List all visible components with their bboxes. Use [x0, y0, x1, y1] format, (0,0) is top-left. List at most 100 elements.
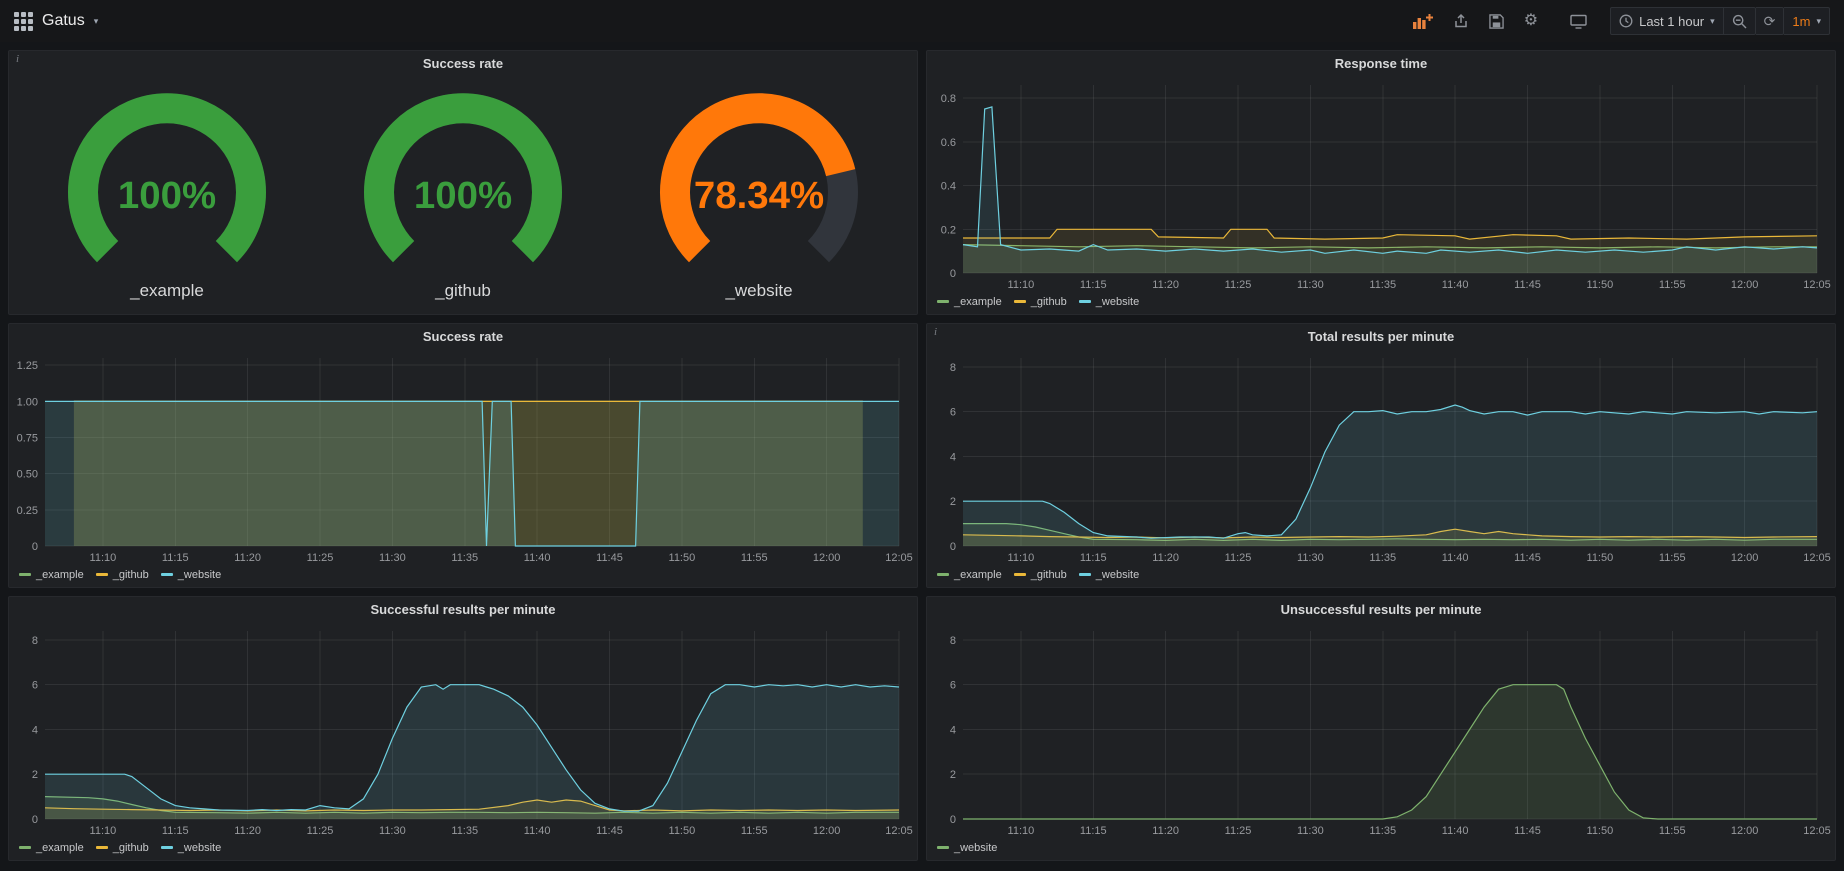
panel-title: Success rate: [423, 329, 503, 344]
panel-info-icon[interactable]: i: [934, 326, 937, 338]
svg-text:11:25: 11:25: [1225, 825, 1252, 837]
svg-text:12:05: 12:05: [1803, 825, 1831, 837]
success-rate-chart[interactable]: 11:1011:1511:2011:2511:3011:3511:4011:45…: [9, 349, 917, 567]
svg-text:11:50: 11:50: [1587, 279, 1614, 291]
panel-unsuccessful-results: Unsuccessful results per minute 11:10 11:…: [926, 596, 1836, 861]
svg-text:11:10: 11:10: [1008, 279, 1035, 291]
refresh-button[interactable]: ⟳: [1756, 7, 1785, 35]
panel-header[interactable]: Response time: [927, 51, 1835, 76]
legend-item-_github[interactable]: _github: [1014, 569, 1067, 581]
dashboard-title[interactable]: Gatus: [42, 12, 85, 30]
legend-item-_website[interactable]: _website: [161, 569, 221, 581]
legend-series-label: _github: [1031, 569, 1067, 581]
svg-text:12:00: 12:00: [1731, 825, 1759, 837]
svg-text:11:50: 11:50: [1587, 552, 1614, 564]
legend-series-label: _website: [954, 842, 997, 854]
svg-text:11:15: 11:15: [1080, 825, 1107, 837]
legend-item-_github[interactable]: _github: [96, 842, 149, 854]
svg-text:11:30: 11:30: [379, 552, 406, 564]
legend-item-_example[interactable]: _example: [937, 296, 1002, 308]
monitor-icon: [1570, 14, 1587, 29]
svg-text:0.6: 0.6: [941, 137, 956, 149]
legend-item-_website[interactable]: _website: [1079, 569, 1139, 581]
svg-text:11:25: 11:25: [307, 552, 334, 564]
svg-text:0: 0: [950, 541, 956, 553]
chart-legend: _example _github _website: [927, 294, 1835, 314]
legend-color-swatch: [161, 573, 173, 576]
svg-text:11:20: 11:20: [1152, 552, 1179, 564]
legend-item-_website[interactable]: _website: [161, 842, 221, 854]
unsuccessful-results-chart[interactable]: 11:1011:1511:2011:2511:3011:3511:4011:45…: [927, 622, 1835, 840]
svg-text:0.50: 0.50: [17, 469, 38, 481]
svg-text:11:55: 11:55: [1659, 552, 1686, 564]
svg-text:11:25: 11:25: [1225, 279, 1252, 291]
svg-text:2: 2: [950, 769, 956, 781]
chevron-down-icon[interactable]: ▾: [94, 16, 99, 27]
chart-legend: _website: [927, 840, 1835, 860]
legend-item-_example[interactable]: _example: [937, 569, 1002, 581]
svg-text:11:10: 11:10: [1008, 552, 1035, 564]
panel-header[interactable]: Successful results per minute: [9, 597, 917, 622]
svg-text:4: 4: [950, 724, 956, 736]
svg-text:2: 2: [32, 769, 38, 781]
add-panel-icon: [1413, 14, 1433, 29]
svg-text:78.34%: 78.34%: [694, 174, 824, 217]
legend-item-_website[interactable]: _website: [1079, 296, 1139, 308]
refresh-interval-dropdown[interactable]: 1m ▾: [1784, 7, 1830, 35]
panel-title: Response time: [1335, 56, 1427, 71]
legend-item-_website[interactable]: _website: [937, 842, 997, 854]
svg-text:11:55: 11:55: [1659, 825, 1686, 837]
time-range-label: Last 1 hour: [1639, 14, 1704, 29]
successful-results-chart[interactable]: 11:1011:1511:2011:2511:3011:3511:4011:45…: [9, 622, 917, 840]
dashboards-grid-icon[interactable]: [14, 12, 33, 31]
svg-text:11:45: 11:45: [596, 825, 623, 837]
svg-text:0: 0: [950, 268, 956, 280]
panel-header[interactable]: Success rate: [9, 51, 917, 76]
legend-series-label: _example: [954, 569, 1002, 581]
zoom-out-time-button[interactable]: [1724, 7, 1756, 35]
legend-item-_example[interactable]: _example: [19, 569, 84, 581]
gauge-_github: 100%_github: [325, 89, 601, 301]
legend-color-swatch: [937, 300, 949, 303]
dashboard-settings-button[interactable]: ⚙: [1515, 7, 1547, 35]
svg-text:11:35: 11:35: [1369, 552, 1396, 564]
svg-text:0.2: 0.2: [941, 224, 956, 236]
panel-title: Success rate: [423, 56, 503, 71]
time-range-picker[interactable]: Last 1 hour ▾: [1610, 7, 1724, 35]
legend-color-swatch: [1079, 573, 1091, 576]
svg-text:11:25: 11:25: [1225, 552, 1252, 564]
chart-legend: _example _github _website: [9, 840, 917, 860]
svg-text:0.75: 0.75: [17, 433, 38, 445]
legend-color-swatch: [1014, 573, 1026, 576]
save-button[interactable]: [1480, 7, 1513, 35]
top-navbar: Gatus ▾ ⚙: [0, 0, 1844, 42]
legend-item-_github[interactable]: _github: [1014, 296, 1067, 308]
legend-series-label: _example: [36, 569, 84, 581]
svg-text:11:10: 11:10: [90, 825, 117, 837]
svg-text:11:10: 11:10: [1008, 825, 1035, 837]
response-time-chart[interactable]: 11:1011:1511:2011:2511:3011:3511:4011:45…: [927, 76, 1835, 294]
legend-color-swatch: [937, 573, 949, 576]
panel-response-time: Response time 11:1011:1511:2011:2511:301…: [926, 50, 1836, 315]
legend-series-label: _github: [113, 842, 149, 854]
share-button[interactable]: [1444, 7, 1478, 35]
panel-header[interactable]: Unsuccessful results per minute: [927, 597, 1835, 622]
total-results-chart[interactable]: 11:1011:1511:2011:2511:3011:3511:4011:45…: [927, 349, 1835, 567]
svg-text:4: 4: [32, 724, 38, 736]
svg-text:11:25: 11:25: [307, 825, 334, 837]
svg-text:11:35: 11:35: [451, 552, 478, 564]
svg-text:11:55: 11:55: [1659, 279, 1686, 291]
panel-header[interactable]: Success rate: [9, 324, 917, 349]
svg-text:12:00: 12:00: [813, 552, 841, 564]
svg-text:11:10: 11:10: [90, 552, 117, 564]
legend-series-label: _website: [1096, 569, 1139, 581]
legend-item-_github[interactable]: _github: [96, 569, 149, 581]
cycle-view-mode-button[interactable]: [1561, 7, 1596, 35]
panel-info-icon[interactable]: i: [16, 53, 19, 65]
panel-header[interactable]: Total results per minute: [927, 324, 1835, 349]
add-panel-button[interactable]: [1404, 7, 1442, 35]
legend-item-_example[interactable]: _example: [19, 842, 84, 854]
legend-series-label: _website: [178, 842, 221, 854]
svg-text:11:30: 11:30: [379, 825, 406, 837]
panel-success-rate-gauges: i Success rate 100%_example100%_github78…: [8, 50, 918, 315]
